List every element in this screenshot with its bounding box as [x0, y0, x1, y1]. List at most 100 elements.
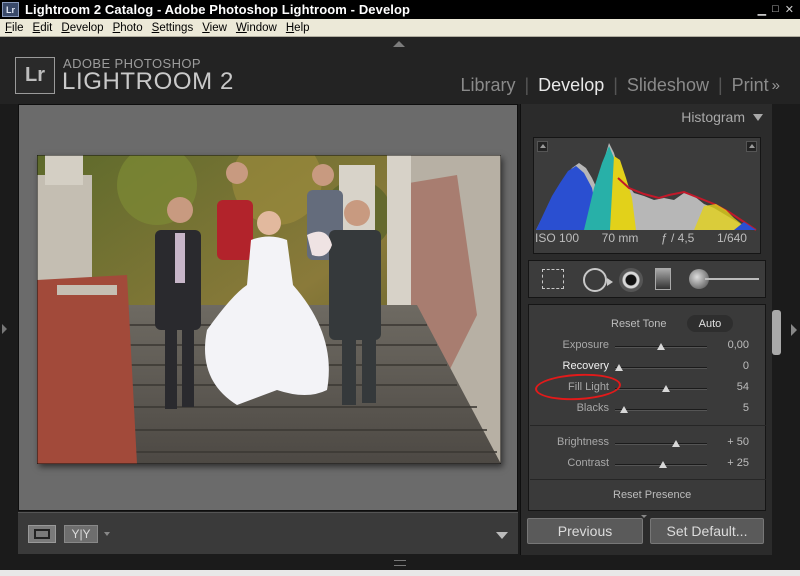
image-canvas[interactable]	[18, 104, 518, 511]
menu-view[interactable]: View	[202, 22, 227, 34]
window-controls: ▁ □ ✕	[758, 3, 794, 16]
brush-line-icon	[705, 278, 759, 280]
menu-view-accel: V	[202, 21, 210, 34]
reset-tone-button[interactable]: Reset Tone	[611, 318, 666, 330]
slider-track[interactable]	[615, 343, 707, 350]
slider-exposure[interactable]: Exposure 0,00	[529, 339, 767, 355]
module-slideshow[interactable]: Slideshow	[618, 75, 718, 96]
menu-photo[interactable]: Photo	[113, 22, 143, 34]
red-eye-icon[interactable]	[619, 268, 643, 292]
loupe-view-button[interactable]	[28, 525, 56, 543]
right-panel-scrollbar[interactable]	[772, 310, 781, 355]
spot-removal-icon[interactable]	[583, 268, 613, 292]
slider-value[interactable]: + 25	[727, 457, 749, 469]
auto-tone-button[interactable]: Auto	[687, 315, 733, 332]
lightroom-window: Lr Lightroom 2 Catalog - Adobe Photoshop…	[0, 0, 800, 576]
menu-edit[interactable]: Edit	[33, 22, 53, 34]
slider-thumb[interactable]	[671, 440, 680, 447]
right-panel: Histogram ISO 100 70 mm ƒ / 4,5 1/640 Re…	[520, 104, 772, 555]
highlight-clipping-icon[interactable]	[746, 141, 757, 152]
before-after-label: Y|Y	[71, 527, 91, 541]
title-bar: Lr Lightroom 2 Catalog - Adobe Photoshop…	[0, 0, 800, 19]
slider-label: Brightness	[557, 436, 609, 448]
slider-value[interactable]: 54	[737, 381, 749, 393]
slider-contrast[interactable]: Contrast + 25	[529, 457, 767, 473]
expand-filmstrip-icon[interactable]	[394, 560, 406, 566]
previous-button[interactable]: Previous	[527, 518, 643, 544]
slider-brightness[interactable]: Brightness + 50	[529, 436, 767, 452]
module-library[interactable]: Library	[451, 75, 524, 96]
exif-info: ISO 100 70 mm ƒ / 4,5 1/640	[535, 231, 755, 245]
module-develop[interactable]: Develop	[529, 75, 613, 96]
slider-track[interactable]	[615, 440, 707, 447]
top-panel: Lr ADOBE PHOTOSHOP LIGHTROOM 2 Library |…	[0, 37, 800, 104]
module-picker: Library | Develop | Slideshow | Print »	[451, 75, 780, 96]
menu-settings-label: ettings	[159, 21, 194, 34]
menu-develop-accel: D	[61, 21, 70, 34]
lightroom-logo: Lr	[15, 57, 55, 94]
close-icon[interactable]: ✕	[785, 3, 794, 16]
menu-help[interactable]: Help	[286, 22, 310, 34]
tool-strip	[528, 260, 766, 298]
set-default-button[interactable]: Set Default...	[650, 518, 764, 544]
menu-window-label: indow	[246, 21, 277, 34]
collapse-top-panel-icon[interactable]	[393, 41, 405, 47]
basic-panel: Reset Tone Auto Exposure 0,00 Recovery 0…	[528, 304, 766, 511]
maximize-icon[interactable]: □	[772, 3, 779, 16]
adjustment-brush-icon[interactable]	[689, 269, 759, 289]
exif-shutter: 1/640	[716, 231, 747, 245]
menu-window[interactable]: Window	[236, 22, 277, 34]
loupe-view-icon	[34, 529, 50, 539]
slider-thumb[interactable]	[620, 406, 629, 413]
slider-track[interactable]	[615, 385, 707, 392]
menu-develop-label: evelop	[69, 21, 104, 34]
slider-value[interactable]: 5	[743, 402, 749, 414]
window-title: Lightroom 2 Catalog - Adobe Photoshop Li…	[25, 2, 411, 17]
histogram-title: Histogram	[681, 109, 745, 125]
slider-track[interactable]	[615, 406, 707, 413]
expand-left-panel-icon[interactable]	[2, 324, 7, 334]
slider-label: Blacks	[576, 402, 609, 414]
slider-blacks[interactable]: Blacks 5	[529, 402, 767, 418]
slider-label: Exposure	[562, 339, 609, 351]
collapse-histogram-icon[interactable]	[753, 114, 763, 121]
menu-settings[interactable]: Settings	[152, 22, 194, 34]
graduated-filter-icon[interactable]	[655, 268, 671, 290]
menu-file-accel: F	[5, 21, 13, 34]
shadow-clipping-icon[interactable]	[537, 141, 548, 152]
module-print[interactable]: Print	[723, 75, 778, 96]
reset-presence-button[interactable]: Reset Presence	[613, 489, 691, 501]
slider-thumb[interactable]	[614, 364, 623, 371]
slider-thumb[interactable]	[657, 343, 665, 350]
menu-view-label: iew	[209, 21, 227, 34]
before-after-button[interactable]: Y|Y	[64, 525, 98, 543]
menu-help-accel: H	[285, 21, 295, 34]
histogram-header[interactable]: Histogram	[521, 104, 773, 128]
toolbar-menu-icon[interactable]	[496, 532, 508, 539]
wedding-photo-image	[37, 155, 501, 464]
section-divider	[530, 425, 766, 426]
lightroom-app-icon[interactable]: Lr	[2, 2, 19, 17]
slider-thumb[interactable]	[658, 461, 667, 468]
menu-edit-label: dit	[40, 21, 53, 34]
slider-thumb[interactable]	[661, 385, 670, 392]
filmstrip-collapsed	[0, 556, 800, 576]
collapse-right-panel-icon[interactable]	[791, 324, 797, 336]
more-modules-icon[interactable]: »	[772, 77, 780, 94]
slider-value[interactable]: 0,00	[728, 339, 749, 351]
menu-window-accel: W	[235, 21, 247, 34]
slider-track[interactable]	[615, 461, 707, 468]
exif-aperture: ƒ / 4,5	[660, 231, 695, 245]
slider-value[interactable]: 0	[743, 360, 749, 372]
menu-develop[interactable]: Develop	[61, 22, 103, 34]
before-after-menu-icon[interactable]	[104, 532, 110, 536]
slider-value[interactable]: + 50	[727, 436, 749, 448]
minimize-icon[interactable]: ▁	[758, 3, 766, 16]
crop-icon[interactable]	[542, 269, 564, 289]
slider-label: Contrast	[567, 457, 609, 469]
right-panel-buttons: Previous Set Default...	[520, 516, 772, 550]
slider-recovery[interactable]: Recovery 0	[529, 360, 767, 376]
menu-file[interactable]: File	[5, 22, 24, 34]
photo-preview[interactable]	[37, 155, 501, 464]
slider-track[interactable]	[614, 364, 707, 371]
